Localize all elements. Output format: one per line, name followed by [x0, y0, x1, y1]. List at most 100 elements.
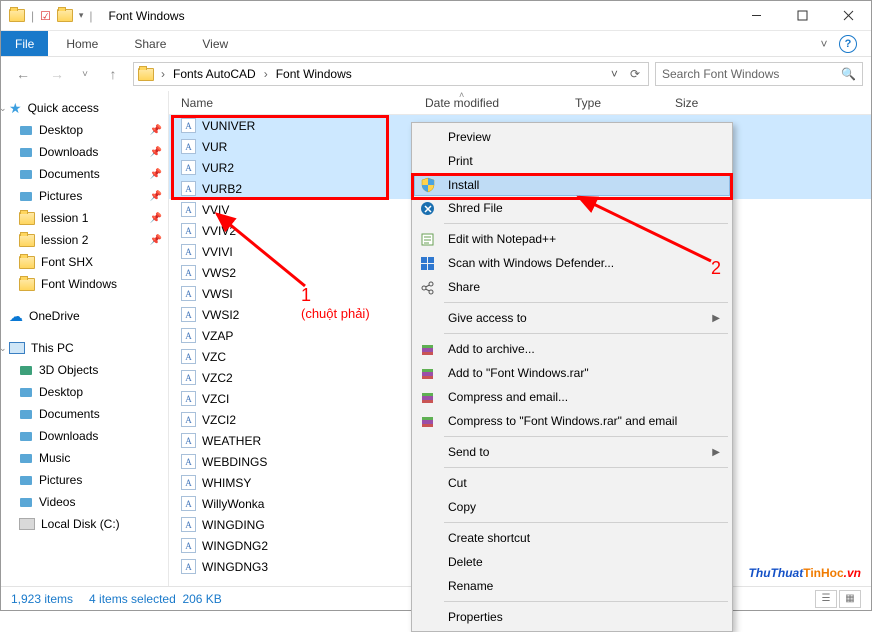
sort-indicator-icon: ˄: [459, 90, 464, 100]
nav-item-lession-1[interactable]: lession 1📌: [1, 207, 168, 229]
qat-folder-icon[interactable]: [57, 9, 73, 22]
chevron-down-icon[interactable]: ⌄: [1, 343, 7, 354]
share-icon: [420, 280, 440, 295]
window-title: Font Windows: [109, 9, 185, 23]
ctx-compress-rar-email[interactable]: Compress to "Font Windows.rar" and email: [414, 409, 730, 433]
view-details-button[interactable]: ☰: [815, 590, 837, 608]
nav-item-font-shx[interactable]: Font SHX: [1, 251, 168, 273]
qat-separator: |: [31, 9, 34, 23]
view-thumbnails-button[interactable]: ▦: [839, 590, 861, 608]
qat-dropdown-icon[interactable]: ▾: [79, 10, 84, 21]
winrar-icon: [420, 390, 440, 405]
close-button[interactable]: [825, 1, 871, 31]
nav-label: Desktop: [39, 123, 83, 137]
breadcrumb-1[interactable]: Fonts AutoCAD: [170, 67, 259, 81]
folder-icon: [19, 167, 33, 181]
up-button[interactable]: ↑: [99, 61, 127, 87]
ctx-defender[interactable]: Scan with Windows Defender...: [414, 251, 730, 275]
qat-separator-2: |: [89, 9, 92, 23]
file-tab[interactable]: File: [1, 31, 48, 56]
ctx-notepad[interactable]: Edit with Notepad++: [414, 227, 730, 251]
navigation-pane: ⌄ ★ Quick access Desktop📌Downloads📌Docum…: [1, 91, 169, 586]
ctx-properties[interactable]: Properties: [414, 605, 730, 629]
nav-label: Music: [39, 451, 70, 465]
folder-icon: [19, 278, 35, 291]
history-dropdown-icon[interactable]: ˅: [607, 67, 622, 81]
share-tab[interactable]: Share: [116, 31, 184, 56]
quick-access-header[interactable]: ⌄ ★ Quick access: [1, 97, 168, 119]
qat-checkbox-icon[interactable]: ☑: [40, 9, 51, 23]
nav-item-desktop[interactable]: Desktop: [1, 381, 168, 403]
nav-item-downloads[interactable]: Downloads: [1, 425, 168, 447]
chevron-right-icon[interactable]: ›: [261, 67, 271, 81]
nav-label: Documents: [39, 167, 100, 181]
path-folder-icon: [138, 68, 154, 81]
ctx-copy[interactable]: Copy: [414, 495, 730, 519]
help-icon[interactable]: ?: [839, 35, 857, 53]
nav-item-local-disk-c-[interactable]: Local Disk (C:): [1, 513, 168, 535]
file-name: WINGDING: [202, 518, 265, 532]
nav-item-documents[interactable]: Documents📌: [1, 163, 168, 185]
nav-label: Font Windows: [41, 277, 117, 291]
nav-label: 3D Objects: [39, 363, 98, 377]
ctx-shred[interactable]: Shred File: [414, 196, 730, 220]
ribbon-expand-icon[interactable]: ˅: [809, 31, 839, 56]
ctx-send-to[interactable]: Send to▶: [414, 440, 730, 464]
this-pc-header[interactable]: ⌄ This PC: [1, 337, 168, 359]
folder-icon: [19, 451, 33, 465]
nav-item-lession-2[interactable]: lession 2📌: [1, 229, 168, 251]
home-tab[interactable]: Home: [48, 31, 116, 56]
forward-button[interactable]: →: [43, 61, 71, 87]
ctx-add-archive[interactable]: Add to archive...: [414, 337, 730, 361]
search-icon[interactable]: 🔍: [841, 67, 856, 81]
nav-item-documents[interactable]: Documents: [1, 403, 168, 425]
font-file-icon: A: [181, 244, 196, 259]
ctx-give-access[interactable]: Give access to▶: [414, 306, 730, 330]
nav-item-music[interactable]: Music: [1, 447, 168, 469]
breadcrumb-2[interactable]: Font Windows: [273, 67, 355, 81]
ctx-cut[interactable]: Cut: [414, 471, 730, 495]
ctx-add-rar[interactable]: Add to "Font Windows.rar": [414, 361, 730, 385]
search-input[interactable]: Search Font Windows 🔍: [655, 62, 863, 86]
nav-item-pictures[interactable]: Pictures: [1, 469, 168, 491]
back-button[interactable]: ←: [9, 61, 37, 87]
shred-icon: [420, 201, 440, 216]
nav-item-desktop[interactable]: Desktop📌: [1, 119, 168, 141]
column-name[interactable]: Name: [169, 96, 419, 110]
ctx-compress-email[interactable]: Compress and email...: [414, 385, 730, 409]
column-type[interactable]: Type: [569, 96, 669, 110]
folder-icon: [19, 473, 33, 487]
refresh-icon[interactable]: ⟳: [624, 67, 646, 81]
recent-dropdown[interactable]: ˅: [77, 61, 93, 87]
ctx-create-shortcut[interactable]: Create shortcut: [414, 526, 730, 550]
font-file-icon: A: [181, 307, 196, 322]
nav-item-3d-objects[interactable]: 3D Objects: [1, 359, 168, 381]
address-box[interactable]: › Fonts AutoCAD › Font Windows ˅ ⟳: [133, 62, 649, 86]
folder-icon: [19, 256, 35, 269]
column-size[interactable]: Size: [669, 96, 749, 110]
pin-icon: 📌: [150, 147, 162, 158]
winrar-icon: [420, 414, 440, 429]
nav-item-pictures[interactable]: Pictures📌: [1, 185, 168, 207]
nav-item-font-windows[interactable]: Font Windows: [1, 273, 168, 295]
ctx-print[interactable]: Print: [414, 149, 730, 173]
pin-icon: 📌: [150, 235, 162, 246]
minimize-button[interactable]: [733, 1, 779, 31]
nav-item-videos[interactable]: Videos: [1, 491, 168, 513]
chevron-right-icon[interactable]: ›: [158, 67, 168, 81]
ctx-rename[interactable]: Rename: [414, 574, 730, 598]
ctx-install[interactable]: Install: [414, 173, 730, 196]
file-name: VZCI2: [202, 413, 236, 427]
file-name: WEBDINGS: [202, 455, 267, 469]
ctx-share[interactable]: Share: [414, 275, 730, 299]
chevron-down-icon[interactable]: ⌄: [1, 103, 7, 114]
ctx-delete[interactable]: Delete: [414, 550, 730, 574]
maximize-button[interactable]: [779, 1, 825, 31]
file-name: VZCI: [202, 392, 229, 406]
view-tab[interactable]: View: [184, 31, 246, 56]
nav-item-downloads[interactable]: Downloads📌: [1, 141, 168, 163]
font-file-icon: A: [181, 412, 196, 427]
column-date[interactable]: Date modified: [419, 96, 569, 110]
onedrive-header[interactable]: ☁ OneDrive: [1, 305, 168, 327]
ctx-preview[interactable]: Preview: [414, 125, 730, 149]
